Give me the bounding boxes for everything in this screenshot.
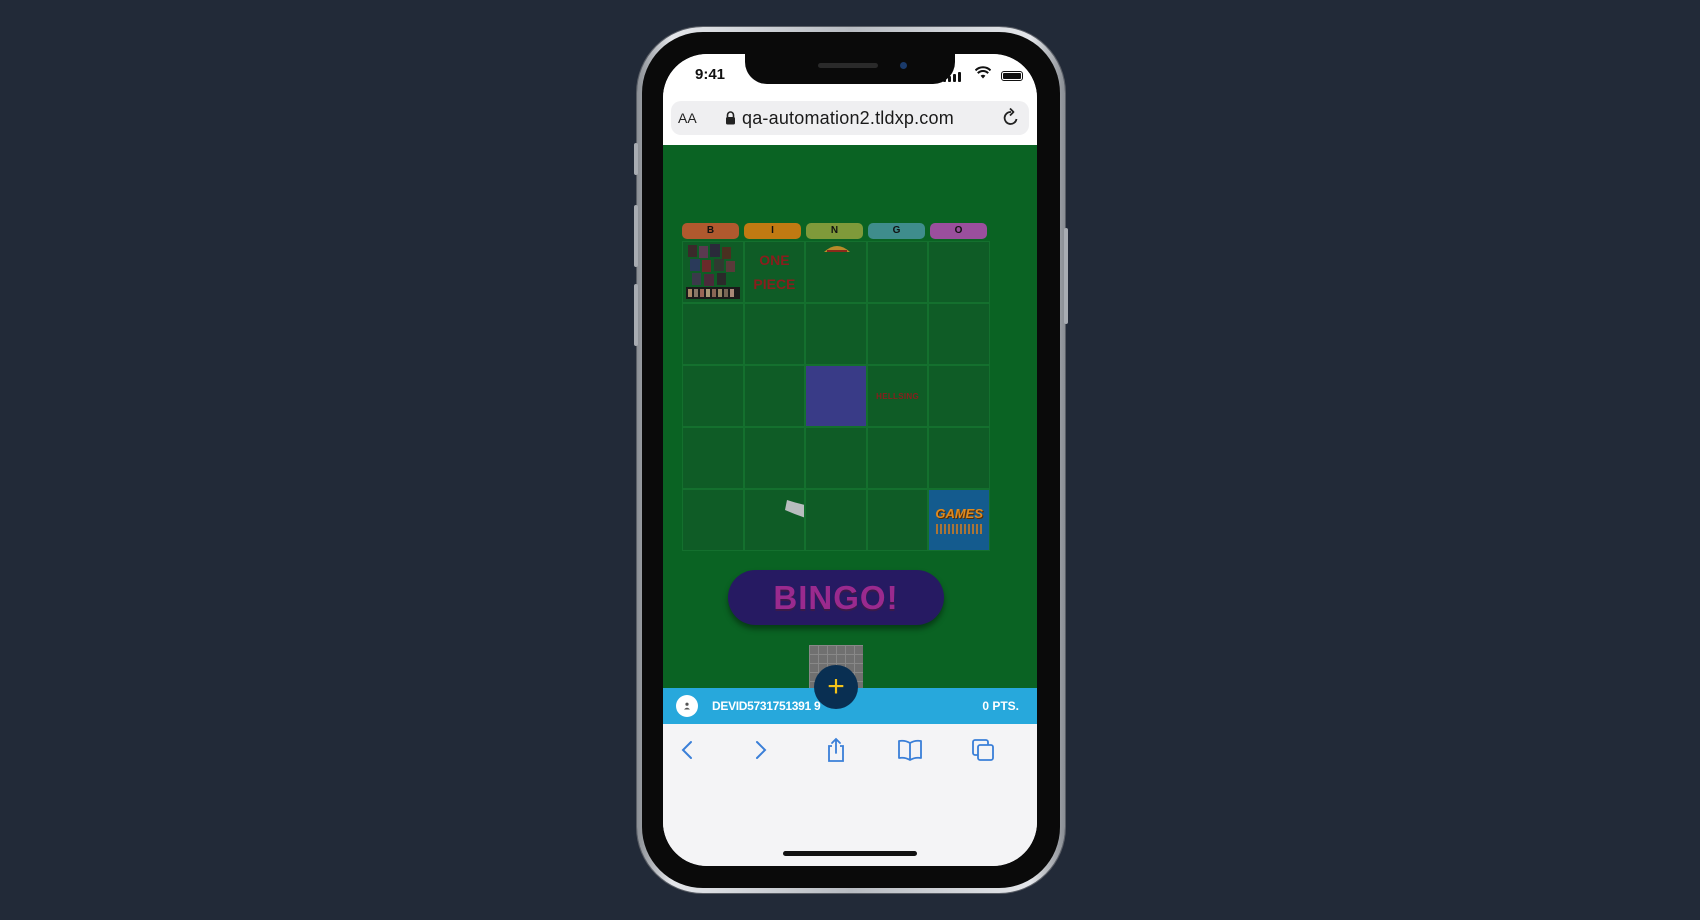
column-header-n: N [806, 223, 863, 239]
column-headers: B I N G O [682, 223, 987, 239]
share-icon [828, 737, 844, 762]
bingo-cell[interactable] [743, 489, 806, 551]
battery-icon [1001, 71, 1023, 81]
hellsing-logo: HELLSING [876, 391, 920, 401]
bingo-cell[interactable] [682, 489, 744, 551]
mute-switch [634, 143, 638, 175]
manga-collage-image [685, 244, 740, 299]
bingo-cell[interactable] [866, 241, 929, 303]
bingo-content: B I N G O ONE PIECE HELLSING GAMES BINGO… [663, 145, 1037, 745]
bingo-cell[interactable] [743, 303, 806, 365]
safari-toolbar [663, 724, 1037, 866]
tabs-button[interactable] [969, 736, 997, 764]
bingo-cell[interactable] [805, 303, 867, 365]
add-button[interactable]: + [814, 665, 858, 709]
games-logo-subtitle [936, 524, 983, 534]
volume-up-button [634, 205, 638, 267]
one-piece-logo: ONE PIECE [753, 252, 796, 292]
address-bar[interactable]: AA qa-automation2.tldxp.com [671, 101, 1029, 135]
bingo-cell[interactable] [928, 241, 990, 303]
bingo-cell[interactable] [866, 427, 929, 489]
front-camera [900, 62, 907, 69]
chevron-left-icon [681, 741, 692, 759]
bookmarks-button[interactable] [896, 736, 924, 764]
bingo-board: ONE PIECE HELLSING GAMES [682, 241, 990, 551]
bingo-button[interactable]: BINGO! [728, 570, 944, 625]
column-header-b: B [682, 223, 739, 239]
reload-icon[interactable] [1001, 107, 1021, 129]
bingo-cell-hellsing[interactable]: HELLSING [866, 365, 929, 427]
bingo-cell[interactable] [866, 489, 929, 551]
column-header-g: G [868, 223, 925, 239]
share-button[interactable] [822, 736, 850, 764]
text-size-button[interactable]: AA [678, 110, 697, 126]
straw-hat-icon [824, 246, 851, 252]
bingo-cell[interactable] [805, 241, 867, 303]
bingo-cell-games[interactable]: GAMES [928, 489, 990, 551]
bingo-cell[interactable] [805, 489, 867, 551]
column-header-o: O [930, 223, 987, 239]
bingo-cell[interactable] [805, 427, 867, 489]
wifi-icon [975, 66, 991, 79]
player-points: 0 PTS. [982, 699, 1019, 713]
notch [745, 54, 955, 84]
bingo-cell[interactable] [928, 427, 990, 489]
back-button[interactable] [673, 736, 701, 764]
bingo-cell-one-piece[interactable]: ONE PIECE [743, 241, 806, 303]
status-time: 9:41 [695, 66, 726, 83]
bingo-cell[interactable] [682, 427, 744, 489]
bingo-cell[interactable] [866, 303, 929, 365]
bingo-cell[interactable] [682, 303, 744, 365]
speaker [818, 63, 878, 68]
chevron-right-icon [756, 741, 767, 759]
forward-button[interactable] [747, 736, 775, 764]
bingo-cell[interactable] [743, 427, 806, 489]
volume-down-button [634, 284, 638, 346]
bingo-cell[interactable] [682, 365, 744, 427]
bingo-cell[interactable] [928, 365, 990, 427]
bingo-cell[interactable] [743, 365, 806, 427]
home-indicator [783, 851, 917, 856]
phone-screen: 9:41 AA qa-automation2.tldxp.com B I N G… [663, 54, 1037, 866]
user-icon [684, 702, 690, 710]
bingo-free-space[interactable] [805, 365, 867, 427]
lock-icon [726, 111, 735, 125]
column-header-i: I [744, 223, 801, 239]
games-logo: GAMES [935, 506, 984, 521]
url-text[interactable]: qa-automation2.tldxp.com [742, 108, 954, 129]
bingo-cell[interactable] [928, 303, 990, 365]
tabs-icon [972, 739, 994, 761]
bingo-cell[interactable] [682, 241, 744, 303]
book-icon [898, 739, 922, 761]
curved-ticket-image [784, 500, 805, 518]
power-button [1064, 228, 1068, 324]
browser-header: AA qa-automation2.tldxp.com [663, 98, 1037, 145]
player-name: DEVID5731751391 9 [712, 699, 821, 713]
avatar[interactable] [676, 695, 698, 717]
bingo-game-area: B I N G O ONE PIECE HELLSING GAMES BINGO… [663, 145, 1037, 745]
